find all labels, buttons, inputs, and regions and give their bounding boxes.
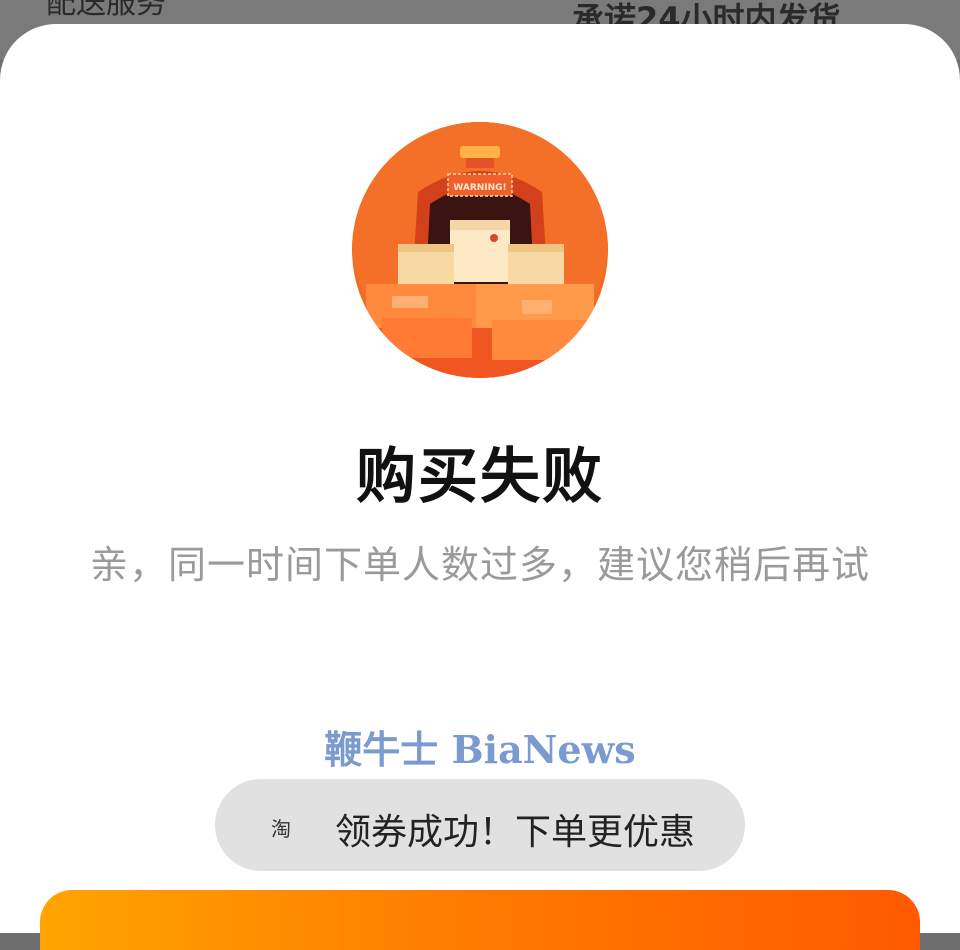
purchase-failed-dialog: WARNING! 购买失败 亲，同一时间下单人数过多，建议您稍后再试 鞭牛士 B… (0, 24, 960, 933)
coupon-toast: 淘 领券成功！下单更优惠 (215, 779, 745, 871)
dialog-title: 购买失败 (356, 442, 604, 512)
bianews-watermark: 鞭牛士 BiaNews (324, 727, 636, 772)
dialog-message: 亲，同一时间下单人数过多，建议您稍后再试 (89, 543, 870, 587)
warning-sign-text: WARNING! (453, 183, 506, 193)
warning-packages-illustration: WARNING! (352, 122, 608, 378)
dialog-action-button[interactable] (40, 890, 920, 950)
background-delivery-text: 配送服务 (46, 0, 166, 21)
taobao-icon: 淘 (271, 817, 291, 841)
toast-message: 领券成功！下单更优惠 (335, 812, 696, 853)
